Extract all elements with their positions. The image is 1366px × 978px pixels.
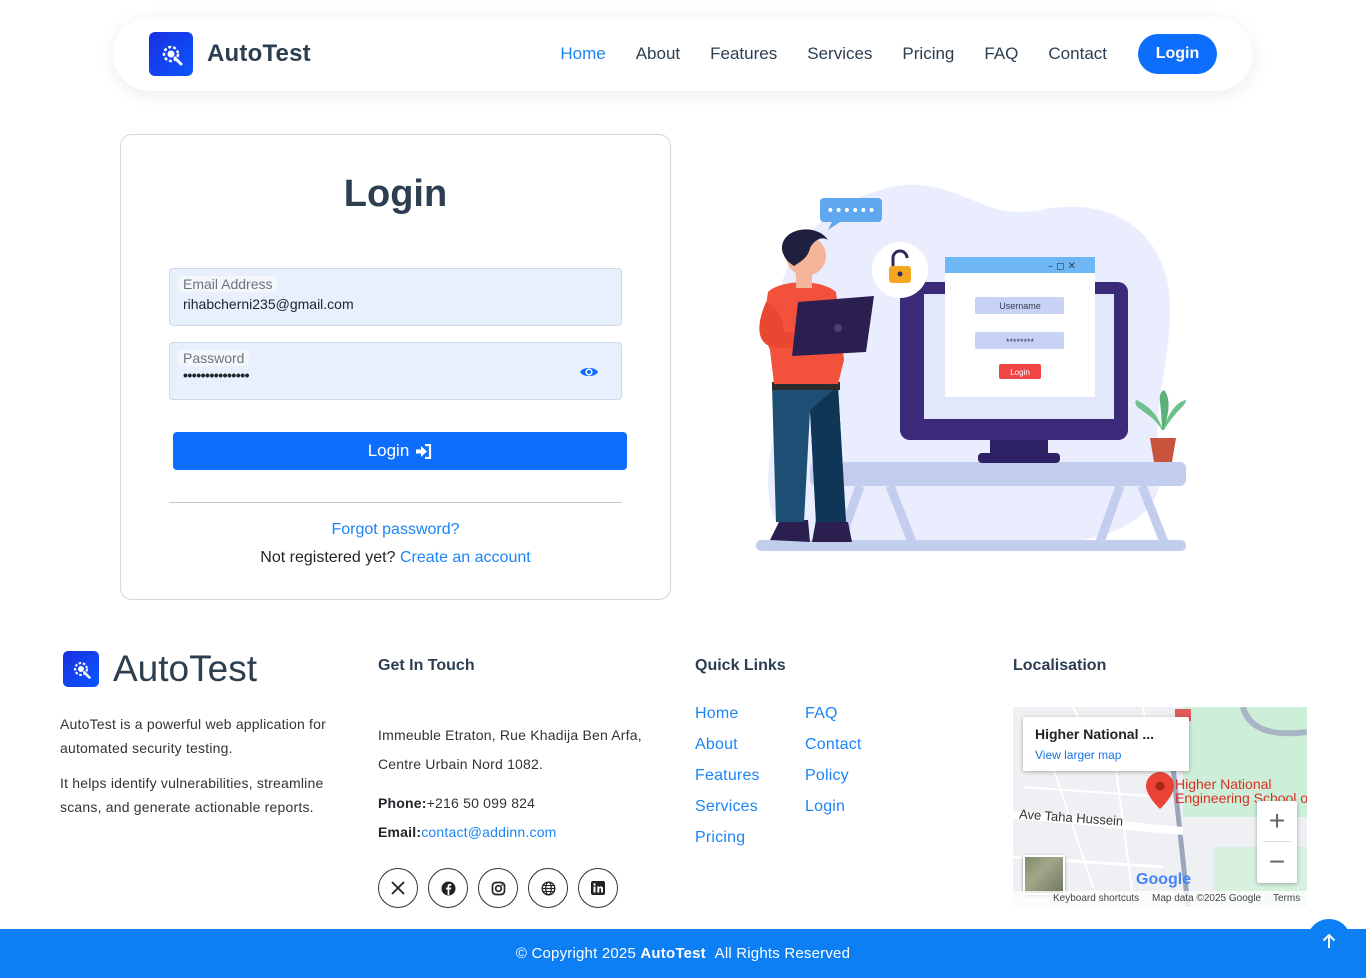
login-submit-button[interactable]: Login bbox=[173, 432, 627, 470]
email-link[interactable]: contact@addinn.com bbox=[421, 824, 556, 840]
footer-phone: Phone:+216 50 099 824 bbox=[378, 795, 535, 811]
nav-features[interactable]: Features bbox=[695, 44, 792, 64]
illus-password: ******** bbox=[1006, 337, 1035, 347]
register-line: Not registered yet? Create an account bbox=[121, 549, 670, 567]
footer-about-2: It helps identify vulnerabilities, strea… bbox=[60, 775, 324, 815]
footer-link-login[interactable]: Login bbox=[805, 798, 845, 816]
footer-logo-icon bbox=[63, 651, 99, 687]
nav-contact[interactable]: Contact bbox=[1033, 44, 1122, 64]
nav-login-button[interactable]: Login bbox=[1138, 34, 1217, 74]
eye-icon[interactable] bbox=[579, 362, 599, 382]
view-larger-map-link[interactable]: View larger map bbox=[1035, 748, 1121, 762]
nav-pricing[interactable]: Pricing bbox=[887, 44, 969, 64]
illus-login: Login bbox=[1010, 368, 1030, 377]
email-value: rihabcherni235@gmail.com bbox=[183, 296, 354, 312]
footer-link-policy[interactable]: Policy bbox=[805, 767, 849, 785]
svg-text:••••••: •••••• bbox=[826, 203, 876, 219]
footer-about-1: AutoTest is a powerful web application f… bbox=[60, 716, 326, 756]
footer-link-pricing[interactable]: Pricing bbox=[695, 829, 745, 847]
copyright-bar: © Copyright 2025 AutoTest All Rights Res… bbox=[0, 929, 1366, 978]
logo-icon bbox=[149, 32, 193, 76]
map-place-line1: Higher National bbox=[1175, 776, 1272, 792]
map-terms-link[interactable]: Terms bbox=[1273, 893, 1300, 904]
footer-link-home[interactable]: Home bbox=[695, 705, 738, 723]
divider bbox=[169, 502, 622, 503]
embedded-map[interactable]: Higher National ... View larger map High… bbox=[1013, 707, 1307, 907]
map-attribution-bar: Keyboard shortcuts Map data ©2025 Google… bbox=[1013, 891, 1307, 907]
footer-link-contact[interactable]: Contact bbox=[805, 736, 862, 754]
map-data-text: Map data ©2025 Google bbox=[1152, 893, 1262, 904]
map-card-title: Higher National ... bbox=[1035, 726, 1155, 742]
satellite-toggle[interactable] bbox=[1023, 855, 1065, 895]
login-submit-label: Login bbox=[367, 441, 410, 460]
localisation-heading: Localisation bbox=[1013, 657, 1107, 674]
copyright-brand: AutoTest bbox=[640, 945, 706, 962]
copyright-suffix: All Rights Reserved bbox=[714, 945, 851, 962]
back-to-top-button[interactable] bbox=[1307, 919, 1351, 963]
svg-text:– ◻ ✕: – ◻ ✕ bbox=[1048, 261, 1076, 272]
zoom-in-button[interactable]: + bbox=[1257, 801, 1297, 841]
footer-brand-name: AutoTest bbox=[113, 648, 257, 689]
quick-links-heading: Quick Links bbox=[695, 657, 786, 674]
email-field[interactable]: Email Address rihabcherni235@gmail.com bbox=[169, 268, 622, 326]
footer-brand[interactable]: AutoTest bbox=[60, 648, 257, 690]
sign-in-icon bbox=[416, 443, 432, 459]
globe-icon[interactable] bbox=[528, 868, 568, 908]
nav-about[interactable]: About bbox=[621, 44, 695, 64]
login-card: Login Email Address rihabcherni235@gmail… bbox=[120, 134, 671, 600]
x-icon[interactable] bbox=[378, 868, 418, 908]
copyright-prefix: © Copyright 2025 bbox=[515, 945, 636, 962]
nav-home[interactable]: Home bbox=[545, 44, 620, 64]
footer-link-features[interactable]: Features bbox=[695, 767, 760, 785]
zoom-out-button[interactable]: − bbox=[1257, 842, 1297, 882]
password-label: Password bbox=[178, 350, 250, 366]
map-info-card: Higher National ... View larger map bbox=[1023, 717, 1189, 771]
email-label: Email Address bbox=[178, 276, 278, 292]
footer-link-about[interactable]: About bbox=[695, 736, 738, 754]
illus-username: Username bbox=[999, 301, 1041, 311]
map-zoom-control: + − bbox=[1257, 801, 1297, 883]
footer-address: Immeuble Etraton, Rue Khadija Ben Arfa, … bbox=[378, 727, 642, 772]
not-registered-text: Not registered yet? bbox=[260, 549, 396, 566]
login-title: Login bbox=[343, 173, 448, 215]
footer-link-services[interactable]: Services bbox=[695, 798, 758, 816]
footer-email: Email:contact@addinn.com bbox=[378, 824, 557, 840]
instagram-icon[interactable] bbox=[478, 868, 518, 908]
social-links bbox=[378, 868, 618, 908]
footer-link-faq[interactable]: FAQ bbox=[805, 705, 838, 723]
arrow-up-icon bbox=[1322, 933, 1336, 948]
email-label-footer: Email: bbox=[378, 824, 422, 840]
create-account-link[interactable]: Create an account bbox=[400, 549, 531, 566]
phone-label: Phone: bbox=[378, 795, 427, 811]
nav-faq[interactable]: FAQ bbox=[969, 44, 1033, 64]
linkedin-icon[interactable] bbox=[578, 868, 618, 908]
brand[interactable]: AutoTest bbox=[149, 32, 311, 76]
facebook-icon[interactable] bbox=[428, 868, 468, 908]
navbar: AutoTest Home About Features Services Pr… bbox=[113, 17, 1253, 91]
get-in-touch-heading: Get In Touch bbox=[378, 657, 475, 674]
main-nav: Home About Features Services Pricing FAQ… bbox=[545, 34, 1217, 74]
phone-value: +216 50 099 824 bbox=[426, 795, 536, 811]
google-logo: Google bbox=[1136, 871, 1192, 888]
password-value: ••••••••••••••• bbox=[183, 367, 250, 383]
login-illustration: – ◻ ✕ Username ******** Login •••••• bbox=[740, 170, 1200, 560]
brand-name: AutoTest bbox=[207, 40, 311, 67]
keyboard-shortcuts-link[interactable]: Keyboard shortcuts bbox=[1053, 893, 1139, 904]
forgot-password-link[interactable]: Forgot password? bbox=[121, 521, 670, 539]
nav-services[interactable]: Services bbox=[792, 44, 887, 64]
password-field[interactable]: Password ••••••••••••••• bbox=[169, 342, 622, 400]
